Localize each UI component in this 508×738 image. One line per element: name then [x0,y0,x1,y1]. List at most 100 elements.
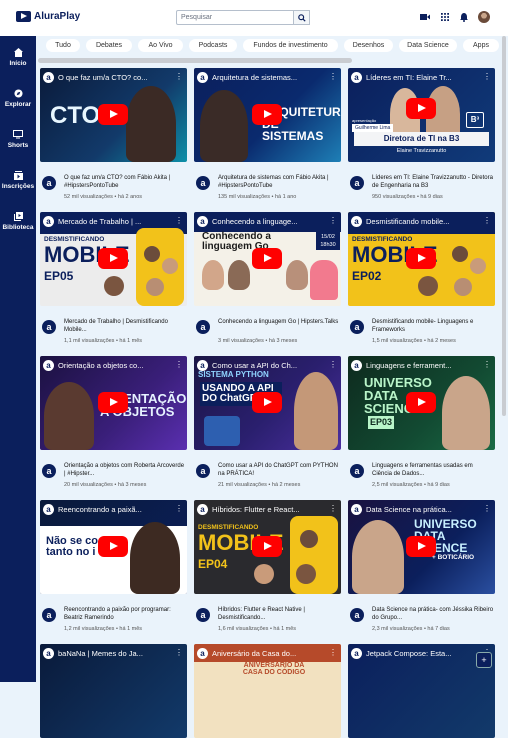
video-thumbnail[interactable]: CTO? a O que faz um/a CTO? co... ⋮ [40,68,187,162]
search-input[interactable]: Pesquisar [176,10,294,25]
bell-icon[interactable] [459,12,469,22]
thumbnail-title: Mercado de Trabalho | ... [58,217,142,226]
sidebar-item-label: Biblioteca [2,224,34,231]
channel-avatar[interactable]: a [196,608,210,622]
video-thumbnail[interactable]: ANIVERSÁRIO DA CASA DO CÓDIGO a Aniversá… [194,644,341,738]
video-stats: 1,1 mil visualizações • há 1 mês [64,338,143,344]
video-title[interactable]: Data Science na prática- com Jéssika Rib… [372,607,494,623]
apps-grid-icon[interactable] [440,12,450,22]
video-stats: 3 mil visualizações • há 3 meses [218,338,298,344]
play-button[interactable] [252,536,282,557]
chip-tudo[interactable]: Tudo [46,39,80,52]
more-options-icon[interactable]: ⋮ [329,216,337,225]
video-thumbnail[interactable]: ARQUITETURA DE SISTEMAS a Arquitetura de… [194,68,341,162]
vertical-scrollbar[interactable] [502,36,506,416]
sidebar-item-explorar[interactable]: Explorar [0,89,36,108]
channel-avatar[interactable]: a [42,464,56,478]
thumbnail-title: Aniversário da Casa do... [212,649,297,658]
video-title[interactable]: Linguagens e ferramentas usadas em Ciênc… [372,463,494,479]
video-title[interactable]: Arquitetura de sistemas com Fábio Akita … [218,175,340,191]
sidebar-item-biblioteca[interactable]: Biblioteca [0,212,36,231]
video-title[interactable]: Desmistificando mobile- Linguagens e Fra… [372,319,494,335]
sidebar-item-shorts[interactable]: Shorts [0,130,36,149]
video-title[interactable]: Conhecendo a linguagem Go | Hipsters.Tal… [218,319,340,327]
video-title[interactable]: Híbridos: Flutter e React Native | Desmi… [218,607,340,623]
channel-avatar[interactable]: a [196,320,210,334]
play-button[interactable] [252,248,282,269]
more-options-icon[interactable]: ⋮ [175,360,183,369]
chip-debates[interactable]: Debates [86,39,132,52]
more-options-icon[interactable]: ⋮ [483,72,491,81]
channel-avatar[interactable]: a [350,320,364,334]
channel-avatar[interactable]: a [42,608,56,622]
play-button[interactable] [406,248,436,269]
chip-podcasts[interactable]: Podcasts [189,39,237,52]
play-button[interactable] [406,392,436,413]
video-thumbnail[interactable]: UNIVERSO DATA SCIENCE EP03 a Linguagens … [348,356,495,450]
horizontal-scrollbar[interactable] [38,58,352,63]
thumbnail-title: Conhecendo a linguage... [212,217,298,226]
play-button[interactable] [252,392,282,413]
video-title[interactable]: Líderes em TI: Elaine Travizzanutto - Di… [372,175,494,191]
play-button[interactable] [406,98,436,119]
video-stats: 1,2 mil visualizações • há 1 mês [64,626,143,632]
video-thumbnail[interactable]: SISTEMA PYTHON USANDO A API DO ChatGPT a… [194,356,341,450]
play-button[interactable] [98,392,128,413]
more-options-icon[interactable]: ⋮ [329,360,337,369]
video-camera-icon[interactable] [420,12,430,22]
channel-avatar[interactable]: a [350,608,364,622]
search-button[interactable] [294,10,310,25]
chip-desenhos[interactable]: Desenhos [344,39,393,52]
video-title[interactable]: Reencontrando a paixão por programar: Be… [64,607,186,623]
video-title[interactable]: Mercado de Trabalho | Desmistificando Mo… [64,319,186,335]
thumbnail-headline: ANIVERSÁRIO DA CASA DO CÓDIGO [242,662,306,676]
video-title[interactable]: Como usar a API do ChatGPT com PYTHON na… [218,463,340,479]
play-button[interactable] [98,248,128,269]
chip-data-science[interactable]: Data Science [399,39,457,52]
video-thumbnail[interactable]: DESMISTIFICANDO MOBILE EP04 a Híbridos: … [194,500,341,594]
video-thumbnail[interactable]: DESMISTIFICANDO MOBILE EP05 a Mercado de… [40,212,187,306]
sidebar-item-label: Inscrições [1,183,35,190]
video-thumbnail[interactable]: Conhecendo a linguagem Go 15/02 18h30 a C… [194,212,341,306]
more-options-icon[interactable]: ⋮ [483,360,491,369]
play-button[interactable] [406,536,436,557]
channel-avatar[interactable]: a [42,320,56,334]
more-options-icon[interactable]: ⋮ [483,504,491,513]
sidebar-item-inicio[interactable]: Início [0,48,36,67]
more-options-icon[interactable]: ⋮ [483,216,491,225]
event-date-badge: 15/02 18h30 [316,232,340,250]
video-thumbnail[interactable]: B³ apresentação Guilherme Lima Diretora … [348,68,495,162]
chip-fundos-de-investimento[interactable]: Fundos de investimento [243,39,338,52]
video-title[interactable]: Orientação a objetos com Roberta Arcover… [64,463,186,479]
video-thumbnail[interactable]: UNIVERSO DATA SCIENCE + BOTICÁRIO a Data… [348,500,495,594]
video-thumbnail[interactable]: Não se co tanto no i a Reencontrando a p… [40,500,187,594]
channel-avatar[interactable]: a [196,176,210,190]
channel-avatar[interactable]: a [42,176,56,190]
video-thumbnail[interactable]: a baNaNa | Memes do Ja... ⋮ [40,644,187,738]
video-thumbnail[interactable]: DESMISTIFICANDO MOBILE EP02 a Desmistifi… [348,212,495,306]
sidebar-item-inscricoes[interactable]: Inscrições [0,171,36,190]
more-options-icon[interactable]: ⋮ [175,648,183,657]
channel-avatar[interactable]: a [350,176,364,190]
more-options-icon[interactable]: ⋮ [329,648,337,657]
channel-avatar[interactable]: a [350,464,364,478]
play-button[interactable] [252,104,282,125]
more-options-icon[interactable]: ⋮ [175,216,183,225]
more-options-icon[interactable]: ⋮ [329,504,337,513]
video-title[interactable]: O que faz um/a CTO? com Fábio Akita | #H… [64,175,186,191]
queue-add-button[interactable]: + [476,652,492,668]
video-thumbnail[interactable]: ORIENTAÇÃO A OBJETOS a Orientação a obje… [40,356,187,450]
more-options-icon[interactable]: ⋮ [175,504,183,513]
channel-logo: a [43,216,54,227]
video-thumbnail[interactable]: a Jetpack Compose: Esta... ⋮ [348,644,495,738]
logo[interactable]: AluraPlay [16,11,80,22]
chip-apps[interactable]: Apps [463,39,499,52]
channel-avatar[interactable]: a [196,464,210,478]
more-options-icon[interactable]: ⋮ [175,72,183,81]
chip-ao-vivo[interactable]: Ao Vivo [138,39,183,52]
user-avatar[interactable] [478,11,490,23]
play-button[interactable] [98,104,128,125]
video-stats: 950 visualizações • há 9 dias [372,194,443,200]
more-options-icon[interactable]: ⋮ [329,72,337,81]
play-button[interactable] [98,536,128,557]
